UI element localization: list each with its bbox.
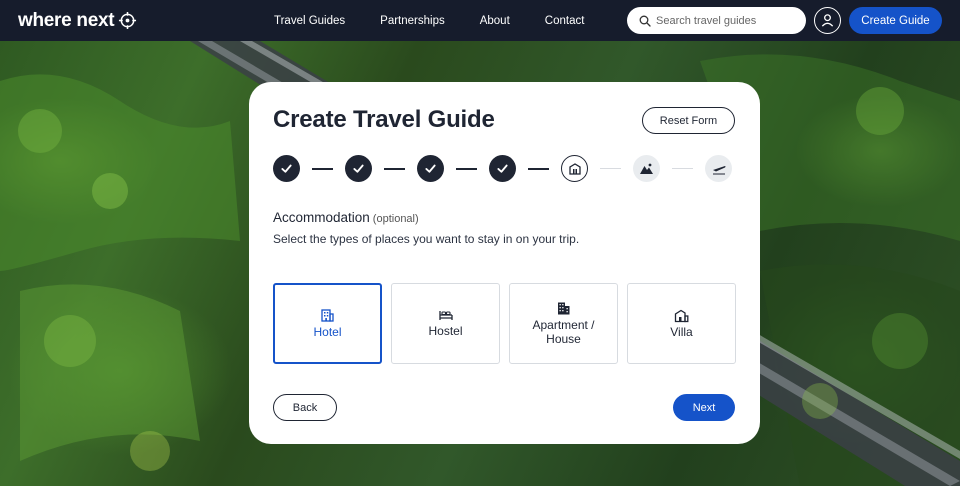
section-description: Select the types of places you want to s… (273, 232, 580, 246)
step-connector (528, 168, 549, 170)
option-label: Villa (670, 324, 693, 339)
step-1-complete[interactable] (273, 155, 300, 182)
option-label: Hostel (428, 324, 463, 339)
create-guide-button[interactable]: Create Guide (849, 7, 942, 34)
check-icon (497, 164, 508, 173)
check-icon (281, 164, 292, 173)
option-hostel[interactable]: Hostel (391, 283, 500, 364)
section-title-text: Accommodation (273, 210, 370, 225)
villa-icon (674, 309, 689, 322)
nav-link-contact[interactable]: Contact (545, 15, 585, 27)
top-navigation-bar: where next Travel Guides Partnerships Ab… (0, 0, 960, 41)
back-button[interactable]: Back (273, 394, 337, 421)
search-input[interactable] (656, 14, 796, 27)
apartment-icon (558, 302, 570, 315)
user-icon (821, 14, 834, 27)
page-title: Create Travel Guide (273, 106, 495, 133)
primary-nav-links: Travel Guides Partnerships About Contact (274, 0, 619, 41)
logo-text: where next (18, 9, 115, 31)
option-label: Hotel (313, 324, 342, 339)
option-apartment-house[interactable]: Apartment / House (509, 283, 618, 364)
step-connector (600, 168, 621, 169)
step-7-upcoming (705, 155, 732, 182)
option-villa[interactable]: Villa (627, 283, 736, 364)
step-3-complete[interactable] (417, 155, 444, 182)
step-5-current[interactable] (561, 155, 588, 182)
accommodation-icon (568, 162, 581, 175)
option-hotel[interactable]: Hotel (273, 283, 382, 364)
flight-icon (712, 165, 725, 174)
nav-link-about[interactable]: About (480, 15, 510, 27)
step-6-upcoming (633, 155, 660, 182)
step-connector (672, 168, 693, 169)
section-heading: Accommodation (optional) (273, 210, 419, 225)
search-icon (639, 15, 651, 27)
check-icon (425, 164, 436, 173)
nav-link-partnerships[interactable]: Partnerships (380, 15, 445, 27)
create-guide-form-card: Create Travel Guide Reset Form Accommoda… (249, 82, 760, 444)
account-button[interactable] (814, 7, 841, 34)
step-2-complete[interactable] (345, 155, 372, 182)
step-4-complete[interactable] (489, 155, 516, 182)
step-connector (384, 168, 405, 170)
nav-link-travel-guides[interactable]: Travel Guides (274, 15, 345, 27)
activities-icon (640, 163, 653, 174)
step-connector (456, 168, 477, 170)
site-logo[interactable]: where next (18, 10, 137, 32)
accommodation-options: Hotel Hostel Apartment / House Villa (273, 283, 736, 365)
reset-form-button[interactable]: Reset Form (642, 107, 735, 134)
step-connector (312, 168, 333, 170)
check-icon (353, 164, 364, 173)
search-bar[interactable] (627, 7, 806, 34)
option-label: Apartment / House (532, 318, 595, 346)
next-button[interactable]: Next (673, 394, 735, 421)
compass-logo-icon (119, 11, 137, 30)
optional-label: (optional) (372, 213, 419, 225)
hotel-icon (321, 309, 334, 322)
bed-icon (438, 311, 453, 321)
progress-stepper (273, 155, 735, 183)
